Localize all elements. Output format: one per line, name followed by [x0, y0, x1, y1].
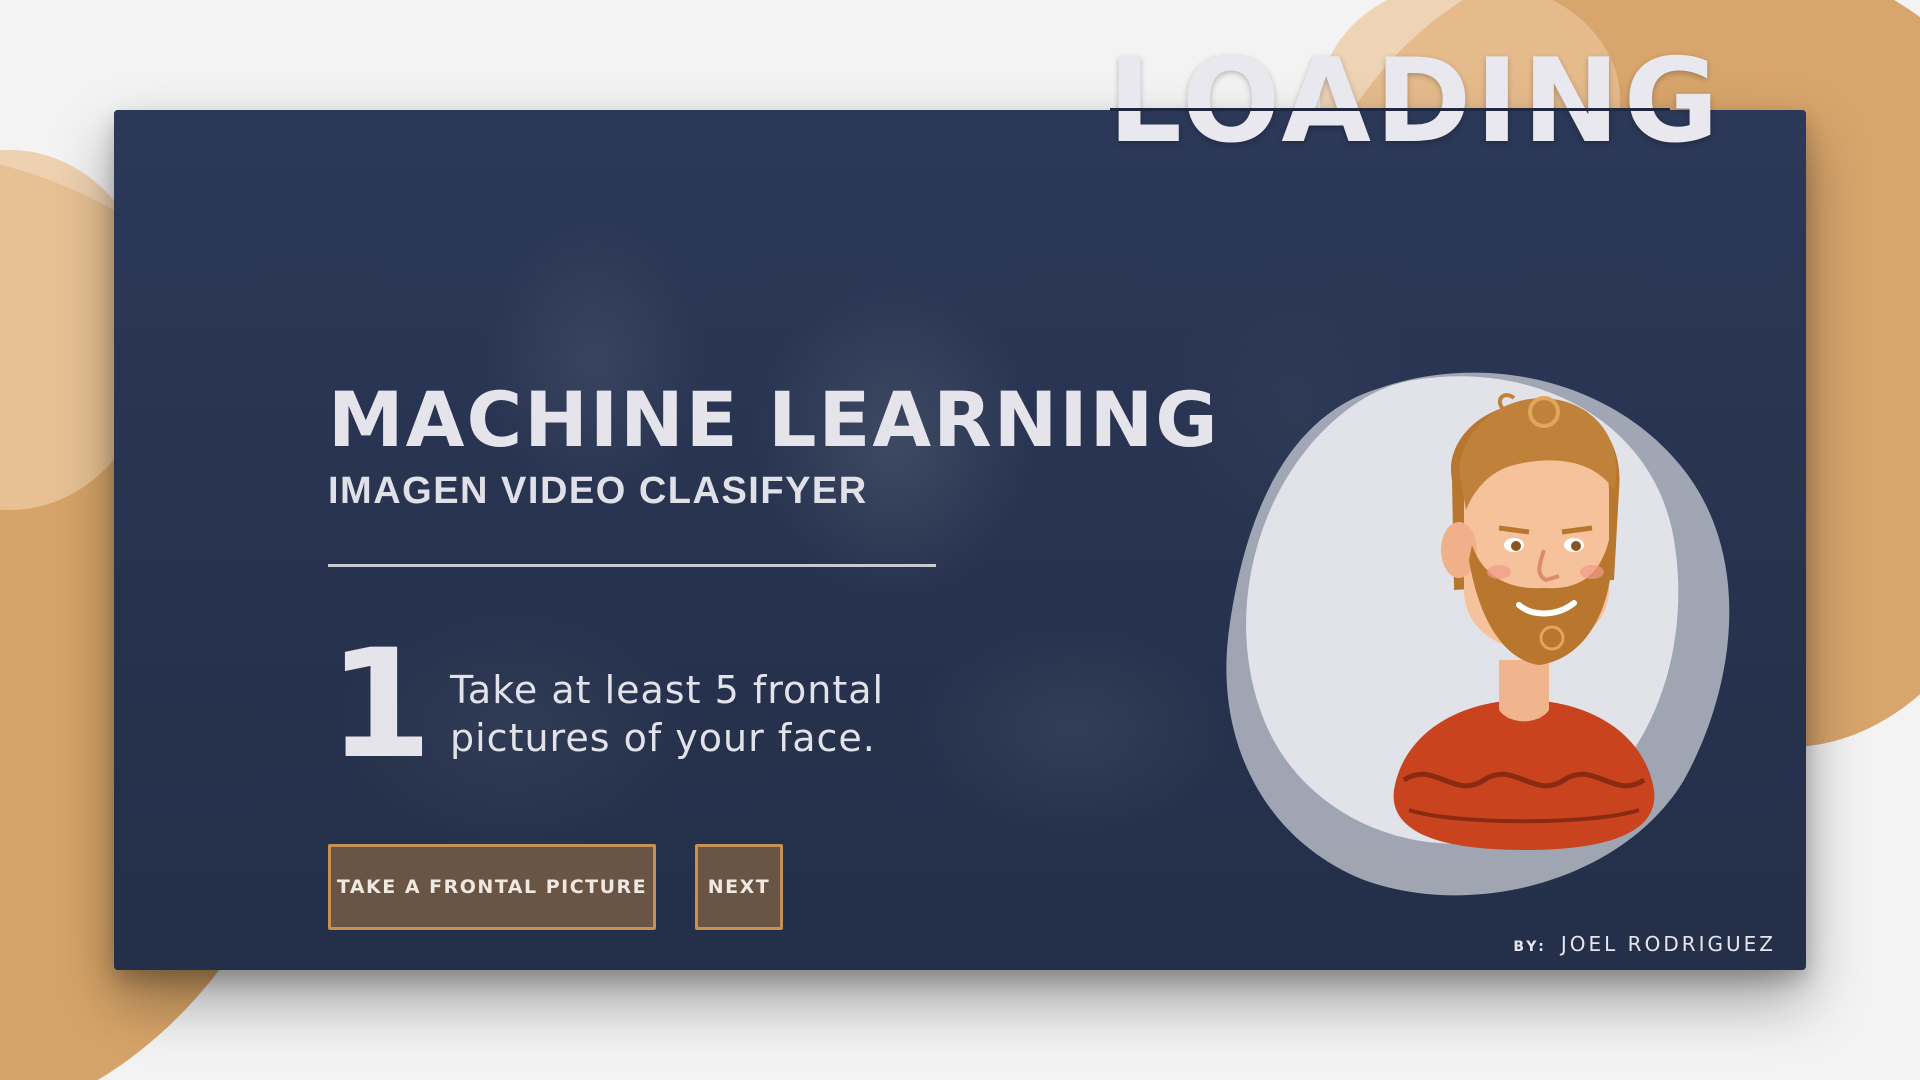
- page-title: MACHINE LEARNING: [328, 375, 1220, 464]
- author-credit: BY: JOEL RODRIGUEZ: [1513, 932, 1776, 956]
- take-frontal-picture-button[interactable]: TAKE A FRONTAL PICTURE: [328, 844, 656, 930]
- page-subtitle: IMAGEN VIDEO CLASIFYER: [328, 470, 868, 512]
- author-name: JOEL RODRIGUEZ: [1560, 932, 1776, 956]
- loading-heading: LOADING: [1108, 34, 1723, 169]
- page: MACHINE LEARNING IMAGEN VIDEO CLASIFYER …: [0, 0, 1920, 1080]
- avatar-illustration: [1214, 360, 1806, 940]
- step-number: 1: [328, 618, 433, 792]
- step-instruction: Take at least 5 frontal pictures of your…: [450, 668, 885, 760]
- next-button[interactable]: NEXT: [695, 844, 783, 930]
- main-card: MACHINE LEARNING IMAGEN VIDEO CLASIFYER …: [114, 110, 1806, 970]
- bearded-man-avatar-icon: [1226, 372, 1730, 896]
- author-by-label: BY:: [1513, 939, 1547, 955]
- title-divider: [328, 564, 936, 567]
- loading-strike-line: [1110, 108, 1670, 111]
